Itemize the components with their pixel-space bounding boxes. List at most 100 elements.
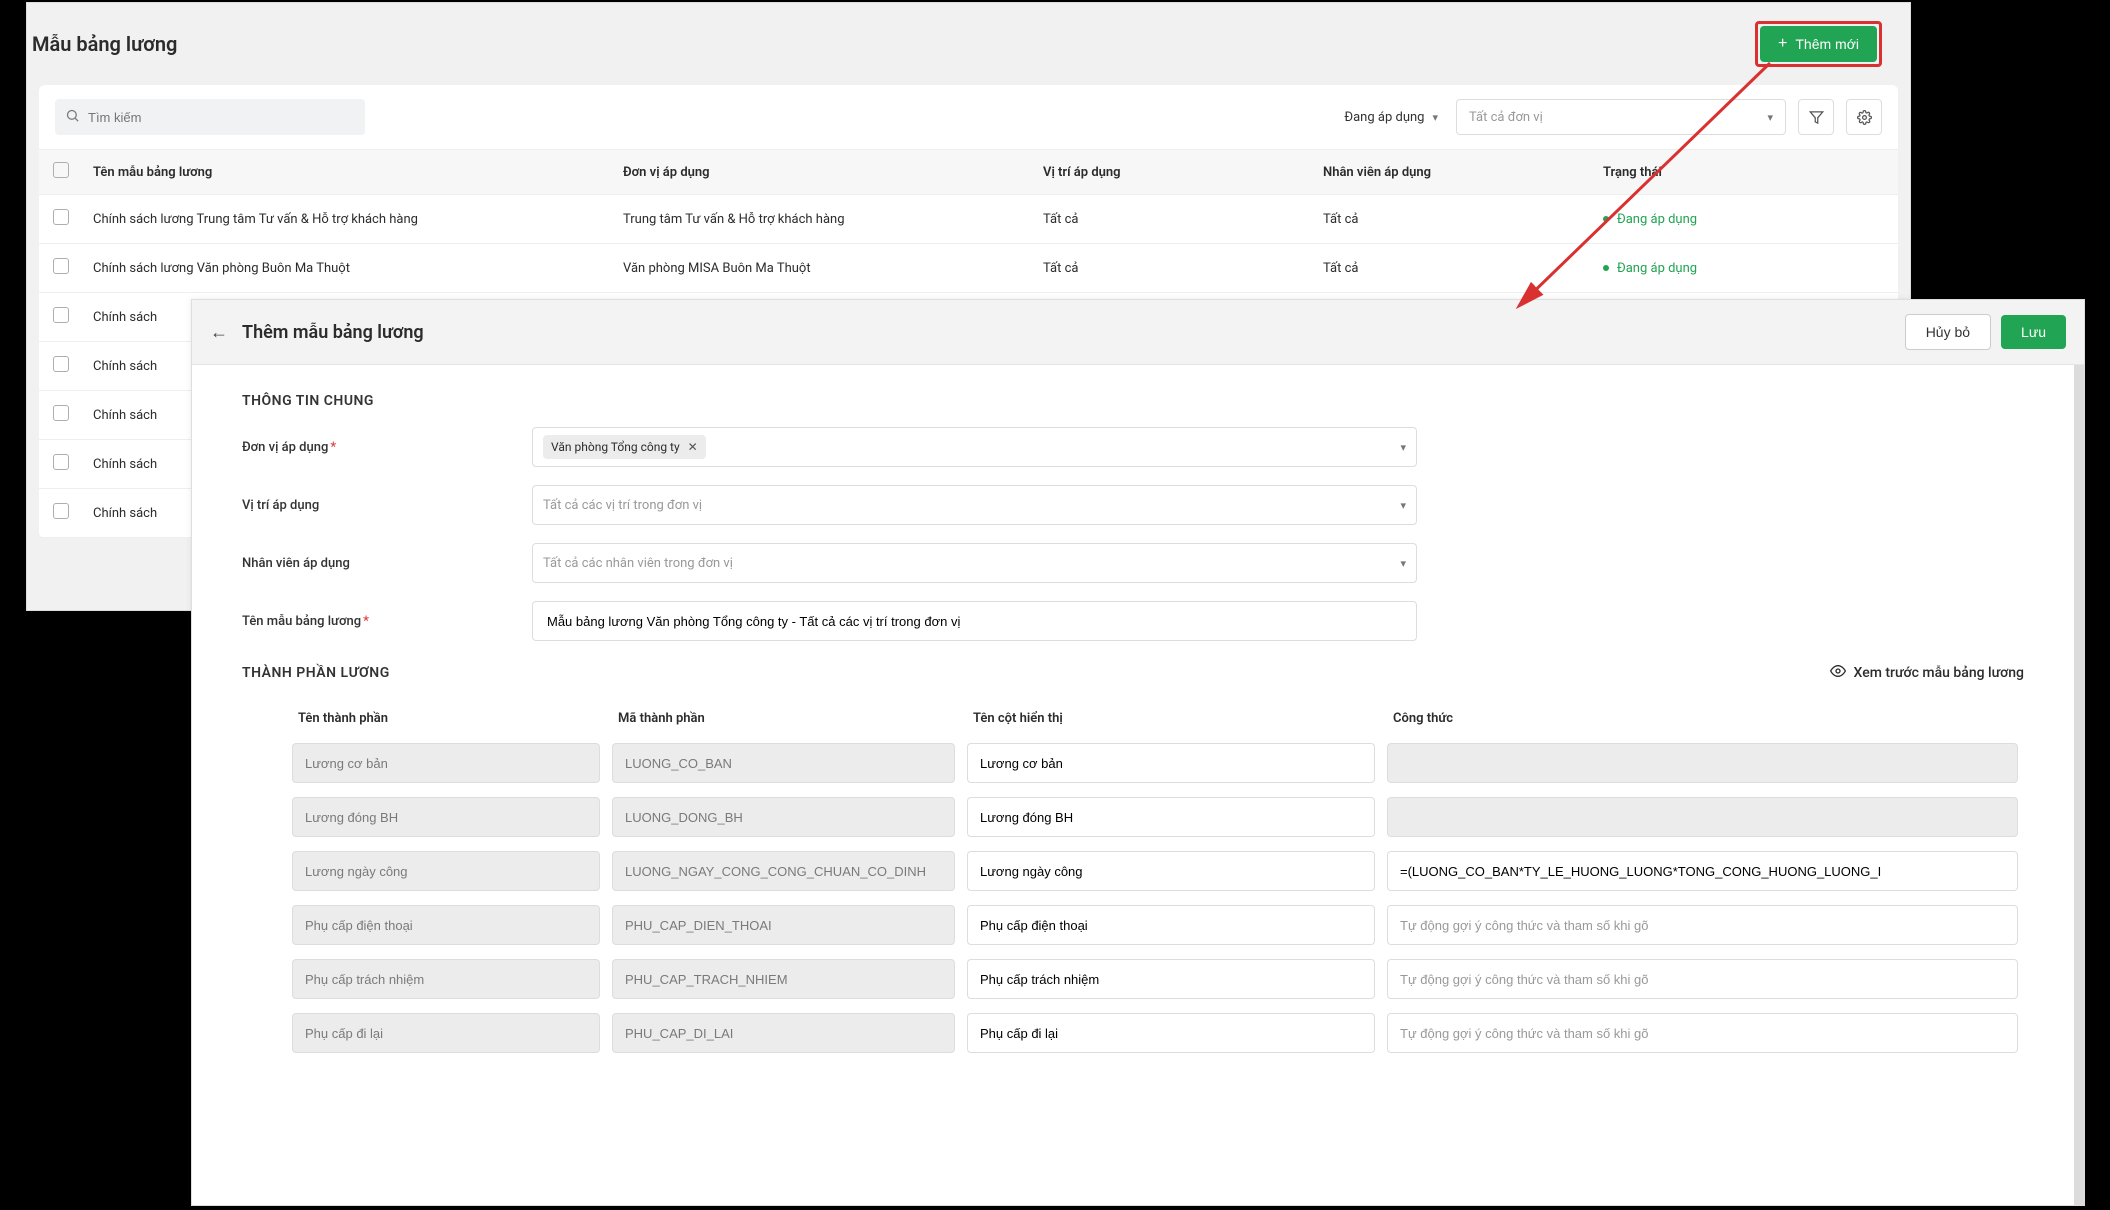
back-arrow-icon[interactable]: ← (210, 322, 228, 343)
col-position: Vị trí áp dụng (1033, 150, 1313, 195)
chevron-down-icon: ▾ (1400, 557, 1406, 570)
row-checkbox[interactable] (53, 209, 69, 225)
plus-icon: + (1778, 36, 1787, 52)
component-name-input (292, 797, 600, 837)
component-name-input (292, 1013, 600, 1053)
required-mark: * (363, 614, 369, 629)
add-template-modal: ← Thêm mẫu bảng lương Hủy bỏ Lưu THÔNG T… (191, 299, 2085, 1206)
display-name-input[interactable] (967, 797, 1375, 837)
component-name-input (292, 905, 600, 945)
row-checkbox[interactable] (53, 454, 69, 470)
row-checkbox[interactable] (53, 258, 69, 274)
chevron-down-icon: ▾ (1767, 111, 1773, 124)
row-checkbox[interactable] (53, 503, 69, 519)
component-row (242, 790, 2024, 844)
display-name-input[interactable] (967, 959, 1375, 999)
component-code-input (612, 851, 955, 891)
component-code-input (612, 797, 955, 837)
row-checkbox[interactable] (53, 356, 69, 372)
required-mark: * (330, 440, 336, 455)
display-name-input[interactable] (967, 1013, 1375, 1053)
formula-input[interactable] (1387, 851, 2018, 891)
cell-employee: Tất cả (1313, 195, 1593, 244)
component-row (242, 1006, 2024, 1060)
component-row (242, 952, 2024, 1006)
settings-button[interactable] (1846, 99, 1882, 135)
label-unit: Đơn vị áp dụng* (242, 440, 532, 455)
component-row (242, 736, 2024, 790)
component-name-input (292, 851, 600, 891)
chevron-down-icon: ▾ (1400, 499, 1406, 512)
status-filter[interactable]: Đang áp dụng ▾ (1338, 110, 1444, 125)
col-employee: Nhân viên áp dụng (1313, 150, 1593, 195)
chevron-down-icon: ▾ (1432, 111, 1438, 124)
add-button[interactable]: + Thêm mới (1760, 26, 1877, 62)
cell-employee: Tất cả (1313, 244, 1593, 293)
cell-position: Tất cả (1033, 195, 1313, 244)
status-filter-label: Đang áp dụng (1344, 110, 1424, 125)
search-icon (65, 108, 80, 127)
col-status: Trạng thái (1593, 150, 1898, 195)
label-position: Vị trí áp dụng (242, 498, 532, 513)
position-select[interactable]: Tất cả các vị trí trong đơn vị ▾ (532, 485, 1417, 525)
modal-title: Thêm mẫu bảng lương (242, 322, 1905, 343)
label-employee: Nhân viên áp dụng (242, 556, 532, 571)
cancel-button[interactable]: Hủy bỏ (1905, 314, 1991, 350)
col-component-name: Tên thành phần (286, 701, 606, 736)
page-title: Mẫu bảng lương (32, 32, 177, 56)
col-unit: Đơn vị áp dụng (613, 150, 1033, 195)
cell-position: Tất cả (1033, 244, 1313, 293)
section-general-info: THÔNG TIN CHUNG (242, 393, 2024, 409)
unit-filter-label: Tất cả đơn vị (1469, 110, 1543, 125)
display-name-input[interactable] (967, 743, 1375, 783)
component-code-input (612, 1013, 955, 1053)
table-row[interactable]: Chính sách lương Văn phòng Buôn Ma Thuột… (39, 244, 1898, 293)
component-name-input (292, 743, 600, 783)
col-display-name: Tên cột hiển thị (961, 701, 1381, 736)
filter-button[interactable] (1798, 99, 1834, 135)
cell-unit: Trung tâm Tư vấn & Hỗ trợ khách hàng (613, 195, 1033, 244)
formula-input[interactable] (1387, 959, 2018, 999)
unit-filter[interactable]: Tất cả đơn vị ▾ (1456, 99, 1786, 135)
formula-input (1387, 797, 2018, 837)
add-button-label: Thêm mới (1795, 36, 1859, 52)
component-code-input (612, 905, 955, 945)
formula-input (1387, 743, 2018, 783)
display-name-input[interactable] (967, 851, 1375, 891)
col-component-code: Mã thành phần (606, 701, 961, 736)
cell-name: Chính sách lương Văn phòng Buôn Ma Thuột (83, 244, 613, 293)
formula-input[interactable] (1387, 1013, 2018, 1053)
chip-remove-icon[interactable]: ✕ (688, 440, 698, 454)
row-checkbox[interactable] (53, 405, 69, 421)
eye-icon (1830, 663, 1846, 683)
select-all-checkbox[interactable] (53, 162, 69, 178)
status-badge: Đang áp dụng (1603, 212, 1888, 227)
components-table: Tên thành phần Mã thành phần Tên cột hiể… (242, 701, 2024, 1060)
status-badge: Đang áp dụng (1603, 261, 1888, 276)
display-name-input[interactable] (967, 905, 1375, 945)
search-input-wrap[interactable] (55, 99, 365, 135)
label-template-name: Tên mẫu bảng lương* (242, 614, 532, 629)
employee-select[interactable]: Tất cả các nhân viên trong đơn vị ▾ (532, 543, 1417, 583)
component-code-input (612, 959, 955, 999)
preview-link[interactable]: Xem trước mẫu bảng lương (1830, 663, 2024, 683)
row-checkbox[interactable] (53, 307, 69, 323)
unit-select[interactable]: Văn phòng Tổng công ty ✕ ▾ (532, 427, 1417, 467)
cell-unit: Văn phòng MISA Buôn Ma Thuột (613, 244, 1033, 293)
chevron-down-icon: ▾ (1400, 441, 1406, 454)
table-row[interactable]: Chính sách lương Trung tâm Tư vấn & Hỗ t… (39, 195, 1898, 244)
section-components: THÀNH PHẦN LƯƠNG (242, 665, 390, 681)
template-name-input[interactable] (532, 601, 1417, 641)
search-input[interactable] (86, 109, 355, 126)
formula-input[interactable] (1387, 905, 2018, 945)
add-button-highlight: + Thêm mới (1755, 21, 1882, 67)
component-name-input (292, 959, 600, 999)
component-code-input (612, 743, 955, 783)
col-name: Tên mẫu bảng lương (83, 150, 613, 195)
cell-name: Chính sách lương Trung tâm Tư vấn & Hỗ t… (83, 195, 613, 244)
component-row (242, 898, 2024, 952)
save-button[interactable]: Lưu (2001, 315, 2066, 349)
col-formula: Công thức (1381, 701, 2024, 736)
component-row (242, 844, 2024, 898)
unit-chip: Văn phòng Tổng công ty ✕ (543, 435, 706, 459)
